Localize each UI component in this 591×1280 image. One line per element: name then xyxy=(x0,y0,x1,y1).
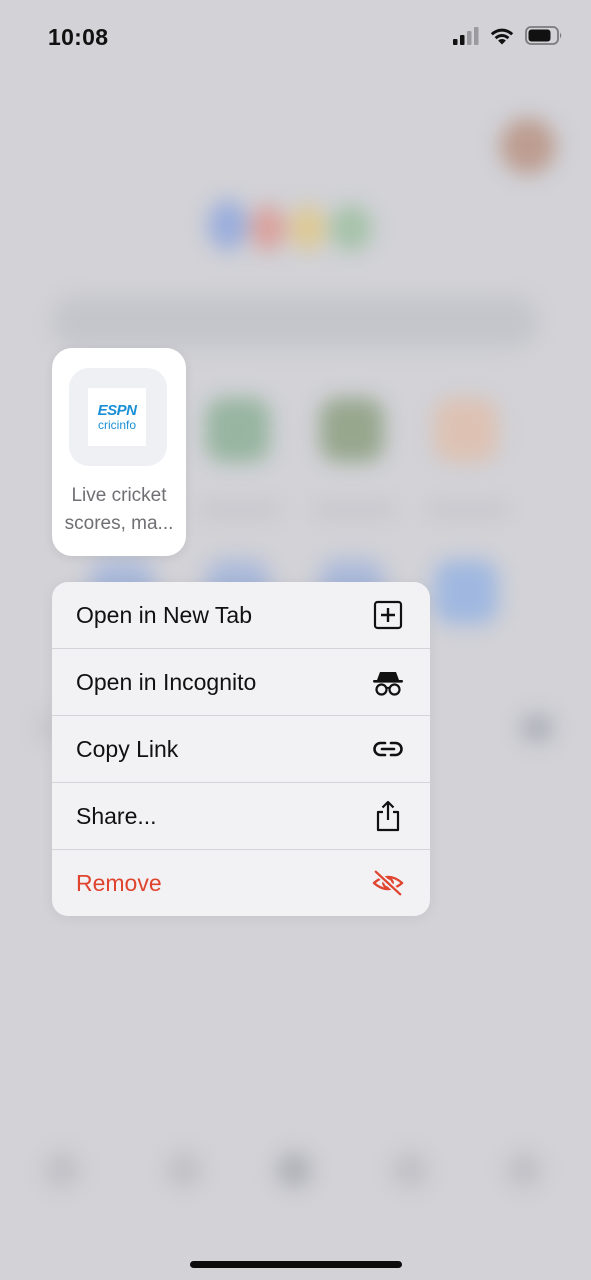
menu-item-remove[interactable]: Remove xyxy=(52,850,430,916)
plus-square-icon xyxy=(372,599,404,631)
cellular-signal-icon xyxy=(453,26,479,45)
shortcut-tile-blur xyxy=(434,398,498,462)
toolbar-tabs-blur xyxy=(392,1152,428,1188)
logo-text-cricinfo: cricinfo xyxy=(97,417,136,432)
site-title: Live cricket scores, ma... xyxy=(56,482,182,538)
logo-text-espn: ESPN xyxy=(97,401,137,419)
menu-item-label: Open in Incognito xyxy=(76,668,257,695)
context-menu: Open in New Tab Open in Incognito Copy L… xyxy=(52,582,430,916)
site-favicon: ESPN cricinfo xyxy=(69,368,167,466)
toolbar-new-tab-blur xyxy=(276,1152,312,1188)
toolbar-menu-blur xyxy=(506,1152,542,1188)
site-title-line1: Live cricket xyxy=(71,485,167,506)
link-icon xyxy=(372,733,404,765)
menu-item-label: Copy Link xyxy=(76,735,179,762)
google-logo-blur xyxy=(208,200,248,250)
google-logo-blur-part xyxy=(330,205,372,251)
menu-item-label: Open in New Tab xyxy=(76,601,253,628)
home-indicator[interactable] xyxy=(190,1261,402,1268)
incognito-icon xyxy=(372,666,404,698)
menu-item-open-incognito[interactable]: Open in Incognito xyxy=(52,649,430,716)
menu-item-share[interactable]: Share... xyxy=(52,783,430,850)
battery-icon xyxy=(525,26,562,45)
wifi-icon xyxy=(490,28,514,45)
site-preview-card[interactable]: ESPN cricinfo Live cricket scores, ma... xyxy=(52,348,186,556)
shortcut-tile-blur xyxy=(434,560,498,624)
shortcut-label-blur xyxy=(314,505,394,515)
toolbar-forward-blur xyxy=(166,1152,202,1188)
google-logo-blur-part xyxy=(250,205,286,251)
search-bar-blur xyxy=(52,296,538,348)
shortcut-tile-blur xyxy=(320,398,384,462)
espncricinfo-logo: ESPN cricinfo xyxy=(88,388,146,446)
eye-slash-icon xyxy=(372,867,404,899)
menu-item-label: Remove xyxy=(76,869,162,896)
menu-item-copy-link[interactable]: Copy Link xyxy=(52,716,430,783)
status-icons xyxy=(453,26,563,45)
shortcut-tile-blur xyxy=(206,398,270,462)
shortcut-label-blur xyxy=(200,505,280,515)
menu-item-open-new-tab[interactable]: Open in New Tab xyxy=(52,582,430,649)
status-time: 10:08 xyxy=(48,24,109,50)
toolbar-back-blur xyxy=(44,1152,80,1188)
avatar xyxy=(500,118,556,174)
menu-item-label: Share... xyxy=(76,802,157,829)
site-title-line2: scores, ma... xyxy=(64,513,174,534)
feed-item-blur xyxy=(522,715,552,741)
shortcut-label-blur xyxy=(428,505,508,515)
share-icon xyxy=(372,800,404,832)
google-logo-blur-part xyxy=(290,205,326,251)
